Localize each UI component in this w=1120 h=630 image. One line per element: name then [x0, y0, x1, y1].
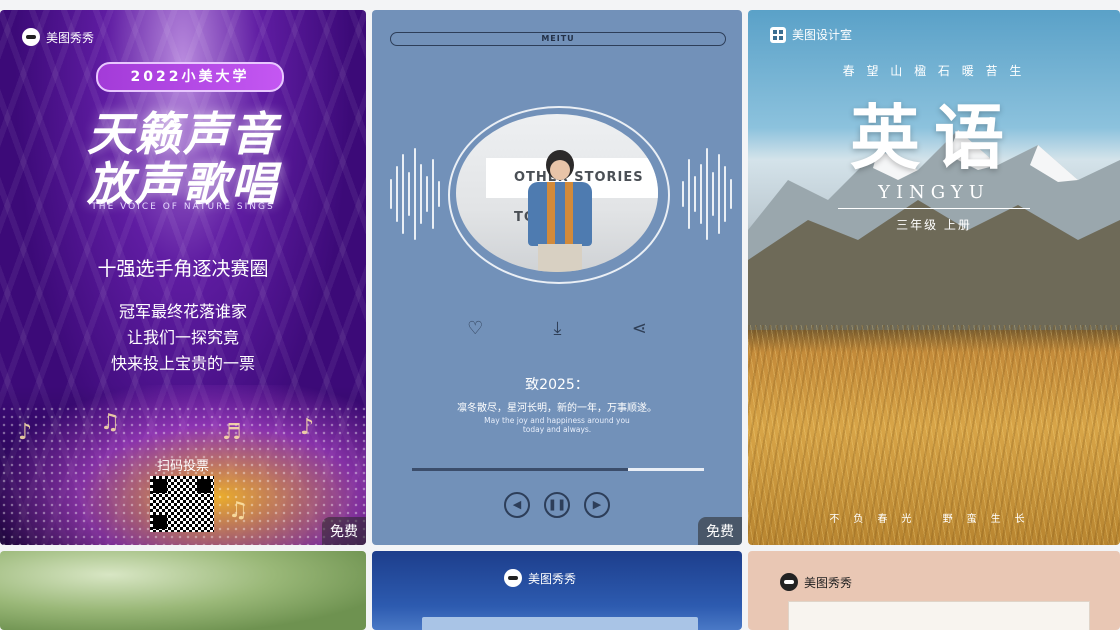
person-figure — [528, 150, 592, 272]
event-tag: 2022小美大学 — [96, 62, 284, 92]
brand-label: 美图设计室 — [770, 26, 852, 43]
english-line-1: May the joy and happiness around you — [484, 416, 630, 425]
message-text: 凛冬散尽，星河长明，新的一年，万事顺遂。 — [457, 403, 657, 414]
english-line-2: today and always. — [522, 425, 592, 434]
player-controls: ◀ ❚❚ ▶ — [372, 492, 742, 518]
free-badge: 免费 — [322, 517, 366, 545]
next-icon[interactable]: ▶ — [584, 492, 610, 518]
text-line-3: 快来投上宝贵的一票 — [110, 354, 255, 373]
divider — [838, 208, 1030, 209]
sound-wave-right — [682, 148, 732, 240]
english-subtitle: THE VOICE OF NATURE SINGS — [91, 202, 275, 212]
english-message: May the joy and happiness around you tod… — [372, 416, 742, 434]
brand-label: 美图秀秀 — [504, 569, 576, 587]
paper-sheet — [788, 601, 1090, 630]
template-card-paper[interactable]: 美图秀秀 — [748, 551, 1120, 630]
brand-name: 美图秀秀 — [46, 30, 95, 45]
design-studio-icon — [770, 26, 786, 43]
text-line-2: 让我们一探究竟 — [126, 328, 239, 347]
top-label: MEITU — [390, 32, 726, 46]
template-card-voice[interactable]: 美图秀秀 2022小美大学 天籁声音 放声歌唱 THE VOICE OF NAT… — [0, 10, 366, 545]
heart-icon[interactable]: ♡ — [467, 318, 483, 339]
music-note-icon: ♫ — [100, 410, 120, 435]
brand-name: 美图秀秀 — [804, 575, 853, 590]
meitu-logo-icon — [22, 28, 40, 46]
progress-bar[interactable] — [412, 468, 704, 471]
qr-code — [150, 476, 214, 532]
pause-icon[interactable]: ❚❚ — [544, 492, 570, 518]
message-title: 致2025： — [525, 377, 589, 393]
template-card-english[interactable]: 美图设计室 春 望 山 楹 石 暖 苔 生 英语 YINGYU 三年级 上册 不… — [748, 10, 1120, 545]
action-icons: ♡ ⤓ ⋖ — [372, 318, 742, 339]
pinyin-title: YINGYU — [878, 182, 990, 203]
meitu-logo-icon — [504, 569, 522, 587]
scan-label: 扫码投票 — [156, 459, 209, 474]
sound-wave-left — [390, 148, 440, 240]
download-icon[interactable]: ⤓ — [554, 318, 562, 339]
brand-name: 美图秀秀 — [528, 571, 577, 586]
text-line-1: 冠军最终花落谁家 — [118, 302, 247, 321]
music-note-icon: ♫ — [228, 498, 248, 523]
music-note-icon: ♬ — [222, 420, 242, 445]
image-panel — [422, 617, 698, 630]
prev-icon[interactable]: ◀ — [504, 492, 530, 518]
big-title: 英语 — [850, 96, 1018, 179]
share-icon[interactable]: ⋖ — [632, 318, 647, 339]
brand-label: 美图秀秀 — [780, 573, 852, 591]
brand-label: 美图秀秀 — [22, 28, 94, 46]
meitu-logo-icon — [780, 573, 798, 591]
footer-slogan: 不负春光 野蛮生长 — [829, 514, 1039, 525]
poem-line: 春 望 山 楹 石 暖 苔 生 — [842, 64, 1026, 78]
profile-photo: OTHER STORIES TO — [456, 114, 658, 272]
brand-name: 美图设计室 — [792, 28, 853, 42]
music-note-icon: ♪ — [300, 415, 315, 440]
template-card-green[interactable] — [0, 551, 366, 630]
music-note-icon: ♪ — [18, 420, 33, 445]
free-badge: 免费 — [698, 517, 742, 545]
template-card-blue[interactable]: 美图秀秀 — [372, 551, 742, 630]
grade-label: 三年级 上册 — [896, 218, 972, 232]
headline: 十强选手角逐决赛圈 — [97, 258, 269, 280]
template-card-music-player[interactable]: MEITU OTHER STORIES TO ♡ ⤓ ⋖ 致2025： 凛冬散尽… — [372, 10, 742, 545]
progress-fill — [412, 468, 629, 471]
